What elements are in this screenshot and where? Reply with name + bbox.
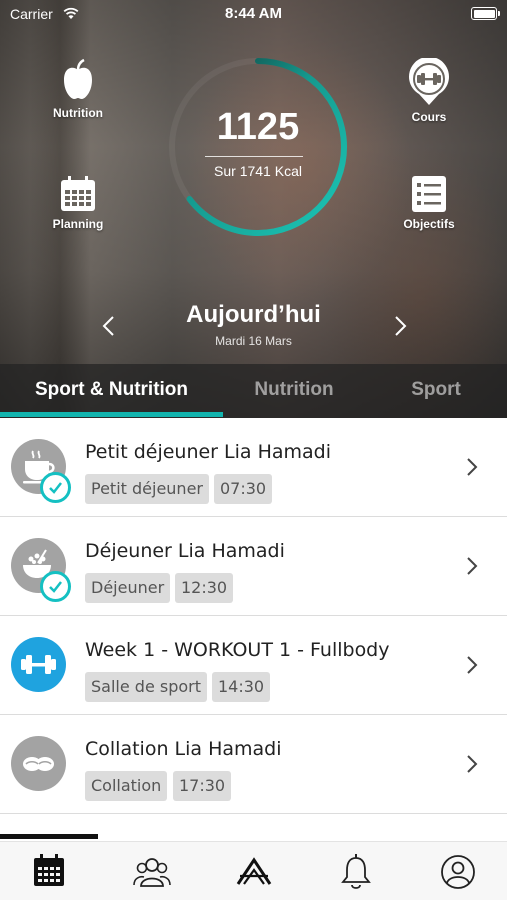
item-title: Petit déjeuner Lia Hamadi (85, 441, 331, 463)
day-date: Mardi 16 Mars (215, 334, 292, 348)
list-item[interactable]: Petit déjeuner Lia Hamadi Petit déjeuner… (0, 418, 507, 517)
profile-icon[interactable] (438, 852, 478, 892)
completed-check-icon (40, 571, 71, 602)
next-day-chevron-icon[interactable] (390, 314, 410, 338)
calendar-icon[interactable] (29, 852, 69, 892)
chevron-right-icon (467, 656, 478, 674)
planning-shortcut[interactable]: Planning (23, 175, 133, 231)
list-item[interactable]: Week 1 - WORKOUT 1 - Fullbody Salle de s… (0, 616, 507, 715)
active-tab-indicator (0, 412, 223, 417)
day-title: Aujourd’hui (186, 301, 321, 328)
item-title: Collation Lia Hamadi (85, 738, 282, 760)
hero-header: Carrier 8:44 AM Nutrition Cours Planning… (0, 0, 507, 418)
list-item[interactable]: Collation Lia Hamadi Collation 17:30 (0, 715, 507, 814)
cours-shortcut[interactable]: Cours (374, 58, 484, 124)
calendar-icon (61, 176, 95, 211)
bottom-nav (0, 841, 507, 900)
community-icon[interactable] (132, 852, 172, 892)
item-category-tag: Salle de sport (85, 672, 207, 702)
chevron-right-icon (467, 557, 478, 575)
activity-list: Petit déjeuner Lia Hamadi Petit déjeuner… (0, 418, 507, 814)
chevron-right-icon (467, 458, 478, 476)
logo-icon[interactable] (234, 852, 274, 892)
calories-divider (205, 156, 303, 157)
dumbbell-pin-icon (409, 58, 449, 105)
item-title: Week 1 - WORKOUT 1 - Fullbody (85, 639, 390, 661)
tab-selection-bar (0, 834, 98, 839)
dumbbell-icon (11, 637, 66, 692)
item-time-tag: 07:30 (214, 474, 273, 504)
item-category-tag: Déjeuner (85, 573, 171, 603)
list-item[interactable]: Déjeuner Lia Hamadi Déjeuner 12:30 (0, 517, 507, 616)
tab-sport-nutrition[interactable]: Sport & Nutrition (0, 364, 223, 418)
battery-icon (471, 7, 500, 20)
chevron-right-icon (467, 755, 478, 773)
item-time-tag: 12:30 (175, 573, 234, 603)
item-category-tag: Collation (85, 771, 168, 801)
filter-tabs: Sport & Nutrition Nutrition Sport (0, 364, 507, 418)
snack-icon (11, 736, 66, 791)
calories-consumed: 1125 (216, 106, 300, 148)
item-category-tag: Petit déjeuner (85, 474, 209, 504)
status-bar: Carrier 8:44 AM (0, 0, 507, 28)
apple-icon (64, 58, 92, 99)
tab-nutrition[interactable]: Nutrition (223, 364, 365, 418)
checklist-icon (412, 176, 446, 212)
tab-sport[interactable]: Sport (365, 364, 507, 418)
calories-goal: Sur 1741 Kcal (214, 163, 302, 179)
item-title: Déjeuner Lia Hamadi (85, 540, 285, 562)
completed-check-icon (40, 472, 71, 503)
clock: 8:44 AM (225, 5, 282, 22)
item-time-tag: 17:30 (173, 771, 232, 801)
item-time-tag: 14:30 (212, 672, 271, 702)
objectifs-shortcut[interactable]: Objectifs (374, 175, 484, 231)
bell-icon[interactable] (336, 852, 376, 892)
nutrition-shortcut[interactable]: Nutrition (23, 58, 133, 120)
